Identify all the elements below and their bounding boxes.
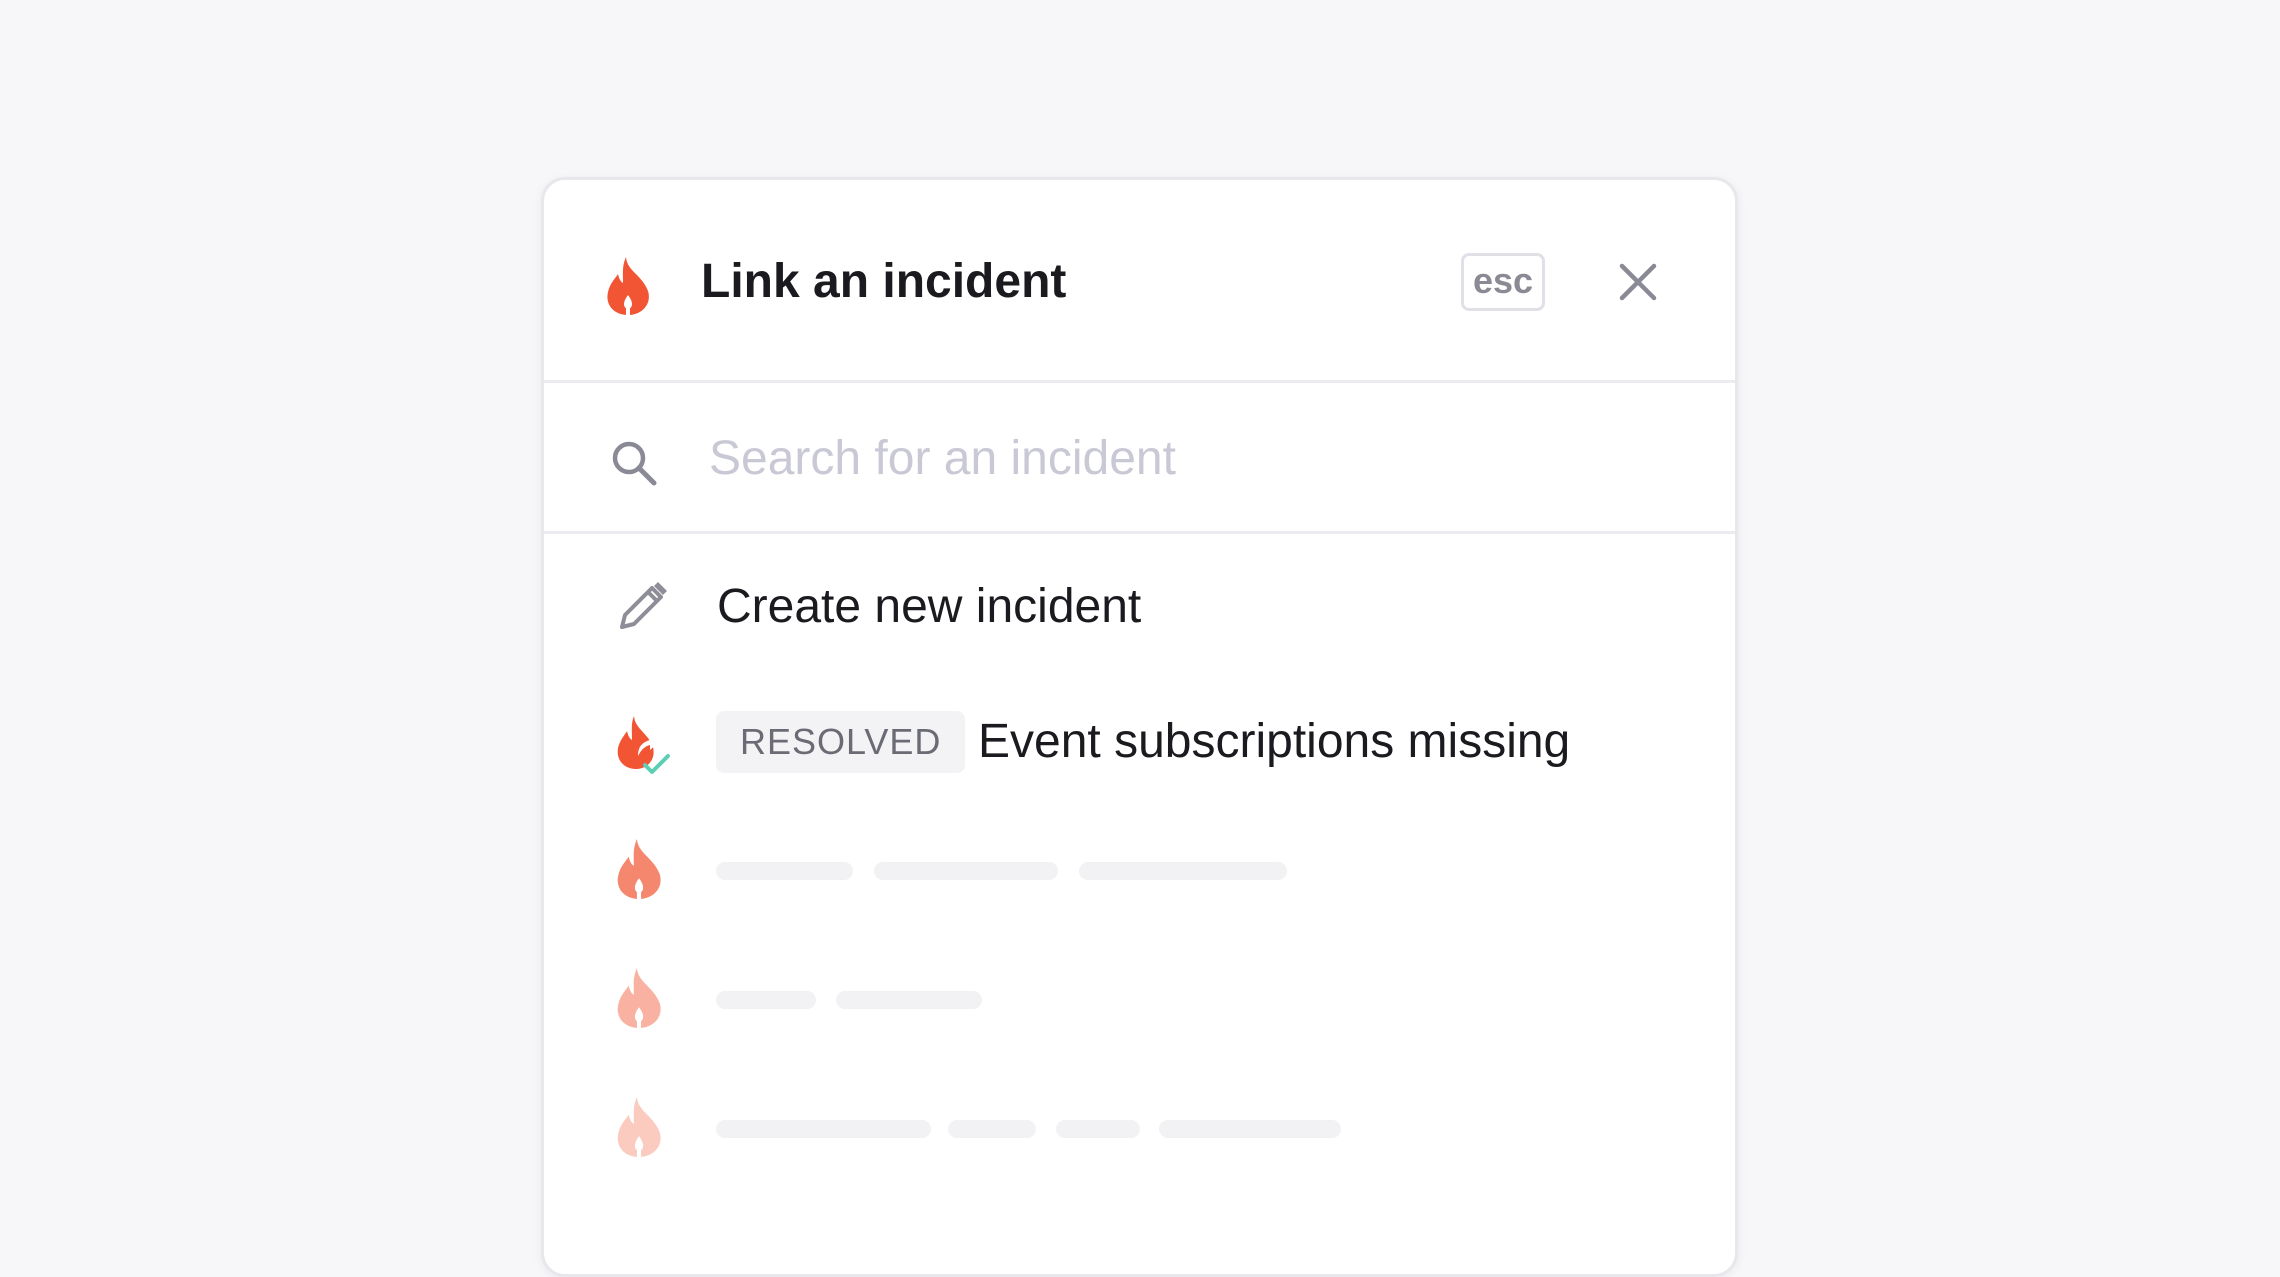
skeleton-bar — [1056, 1120, 1140, 1138]
close-button[interactable] — [1614, 258, 1662, 306]
esc-key-hint: esc — [1461, 253, 1545, 311]
create-new-incident-label: Create new incident — [717, 580, 1142, 633]
incident-item[interactable]: RESOLVED Event subscriptions missing — [544, 687, 1735, 787]
status-badge: RESOLVED — [716, 711, 966, 773]
skeleton-bar — [836, 991, 982, 1009]
fire-icon — [617, 1097, 661, 1157]
pencil-icon — [620, 582, 667, 629]
incident-title: Event subscriptions missing — [978, 715, 1571, 768]
search-icon — [612, 441, 657, 486]
fire-icon — [617, 968, 661, 1028]
skeleton-bar — [1079, 862, 1287, 880]
fire-icon — [617, 839, 661, 899]
loading-placeholder-item — [544, 817, 1735, 917]
close-icon — [1619, 263, 1657, 301]
dialog-header: Link an incident esc — [544, 180, 1735, 383]
loading-placeholder-item — [544, 946, 1735, 1046]
skeleton-bar — [716, 991, 816, 1009]
resolved-fire-icon — [617, 716, 670, 774]
loading-placeholder-item — [544, 1075, 1735, 1175]
skeleton-bar — [1159, 1120, 1341, 1138]
dialog-title: Link an incident — [701, 255, 1067, 308]
link-incident-dialog: Link an incident esc Create new incident — [541, 177, 1738, 1277]
skeleton-bar — [874, 862, 1058, 880]
fire-icon — [607, 257, 649, 315]
skeleton-bar — [716, 1120, 931, 1138]
search-input[interactable] — [709, 423, 1609, 493]
search-bar — [544, 383, 1735, 534]
skeleton-bar — [716, 862, 853, 880]
create-new-incident-item[interactable]: Create new incident — [544, 557, 1735, 657]
skeleton-bar — [948, 1120, 1036, 1138]
